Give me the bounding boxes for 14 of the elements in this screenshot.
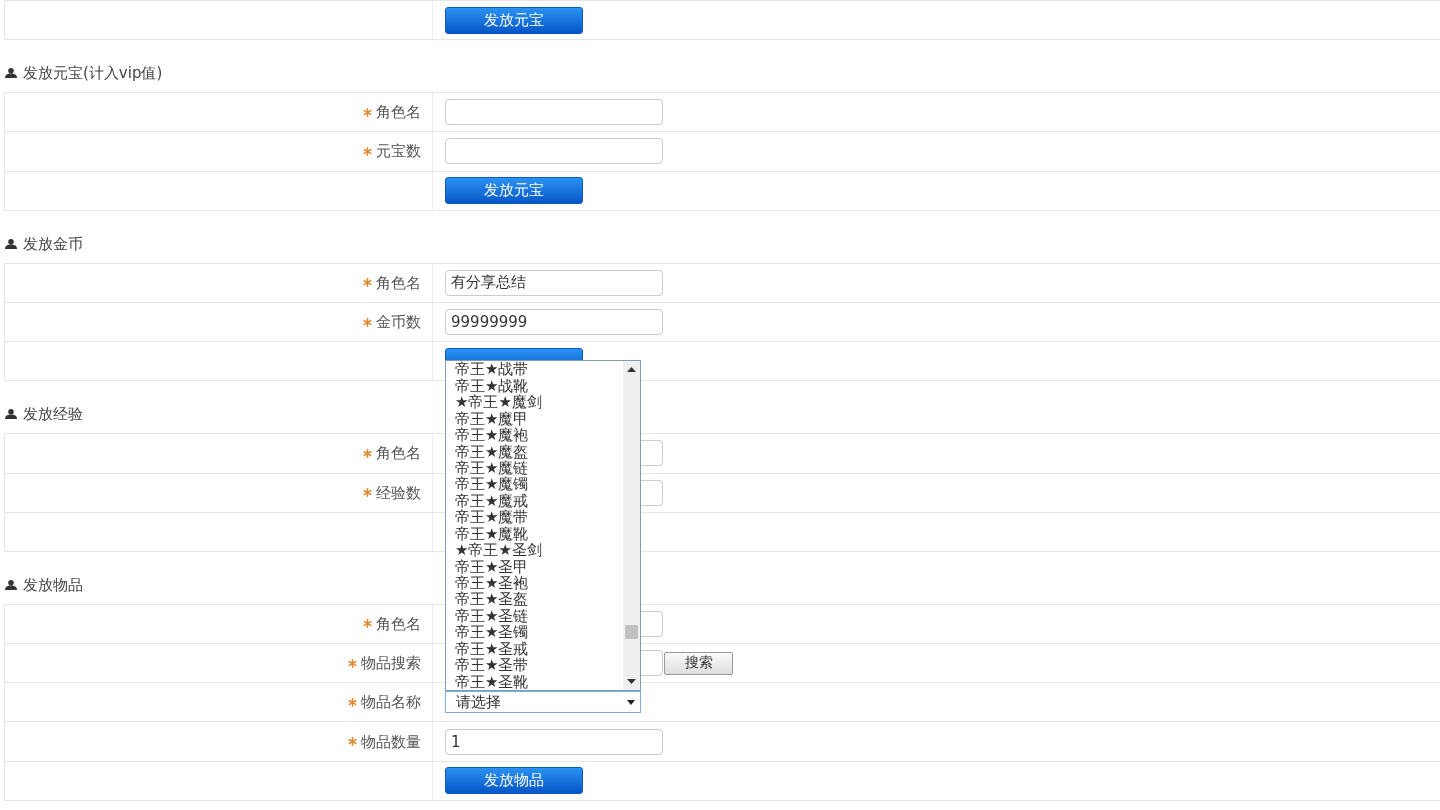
section-title: 发放经验 — [23, 405, 83, 424]
field-label: 经验数 — [376, 483, 421, 502]
field-label: 物品搜索 — [361, 654, 421, 673]
section-title: 发放元宝(计入vip值) — [23, 64, 163, 83]
field-label: 物品数量 — [361, 732, 421, 751]
field-label: 金币数 — [376, 313, 421, 332]
section-title: 发放金币 — [23, 234, 83, 253]
field-label: 物品名称 — [361, 693, 421, 712]
field-label: 角色名 — [376, 103, 421, 122]
field-label: 角色名 — [376, 444, 421, 463]
field-label: 角色名 — [376, 273, 421, 292]
field-label: 元宝数 — [376, 142, 421, 161]
field-label: 角色名 — [376, 614, 421, 633]
section-title: 发放物品 — [23, 575, 83, 594]
